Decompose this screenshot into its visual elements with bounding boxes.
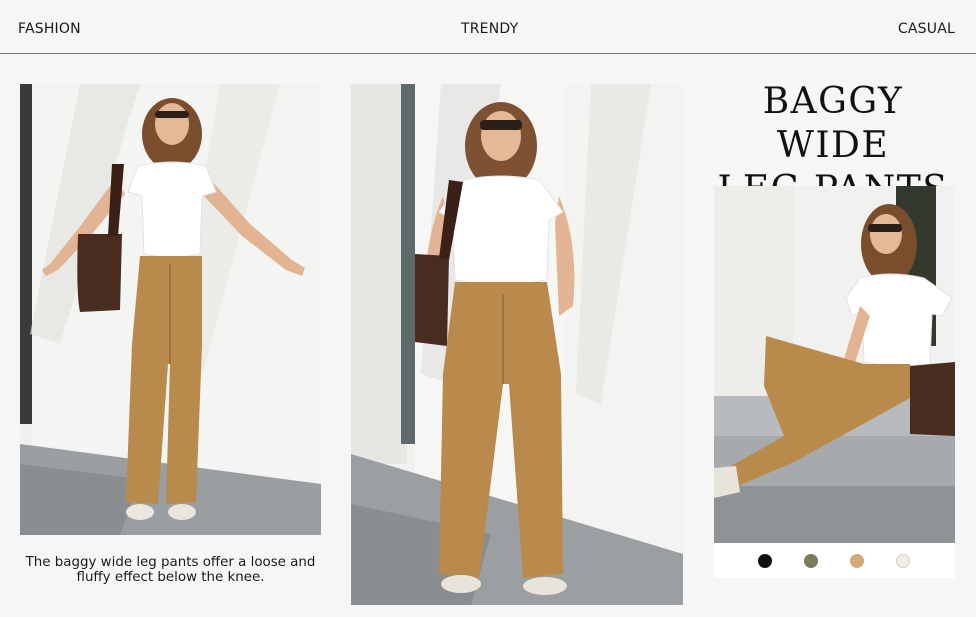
top-nav: FASHION TRENDY CASUAL xyxy=(0,0,976,54)
color-swatch-olive[interactable] xyxy=(804,554,818,568)
color-swatch-bar xyxy=(714,543,955,578)
color-swatch-cream[interactable] xyxy=(896,554,910,568)
product-caption: The baggy wide leg pants offer a loose a… xyxy=(25,555,316,585)
nav-casual[interactable]: CASUAL xyxy=(898,21,955,37)
nav-trendy[interactable]: TRENDY xyxy=(461,21,518,37)
photo-illustration xyxy=(20,84,321,535)
color-swatch-black[interactable] xyxy=(758,554,772,568)
nav-fashion[interactable]: FASHION xyxy=(18,21,81,37)
product-photo-standing-front[interactable] xyxy=(351,84,683,605)
product-photo-seated[interactable] xyxy=(714,186,955,543)
photo-illustration xyxy=(351,84,683,605)
photo-illustration xyxy=(714,186,955,543)
color-swatch-khaki[interactable] xyxy=(850,554,864,568)
product-photo-standing-arms-open[interactable] xyxy=(20,84,321,535)
product-title-line-1: BAGGY WIDE xyxy=(762,81,904,166)
